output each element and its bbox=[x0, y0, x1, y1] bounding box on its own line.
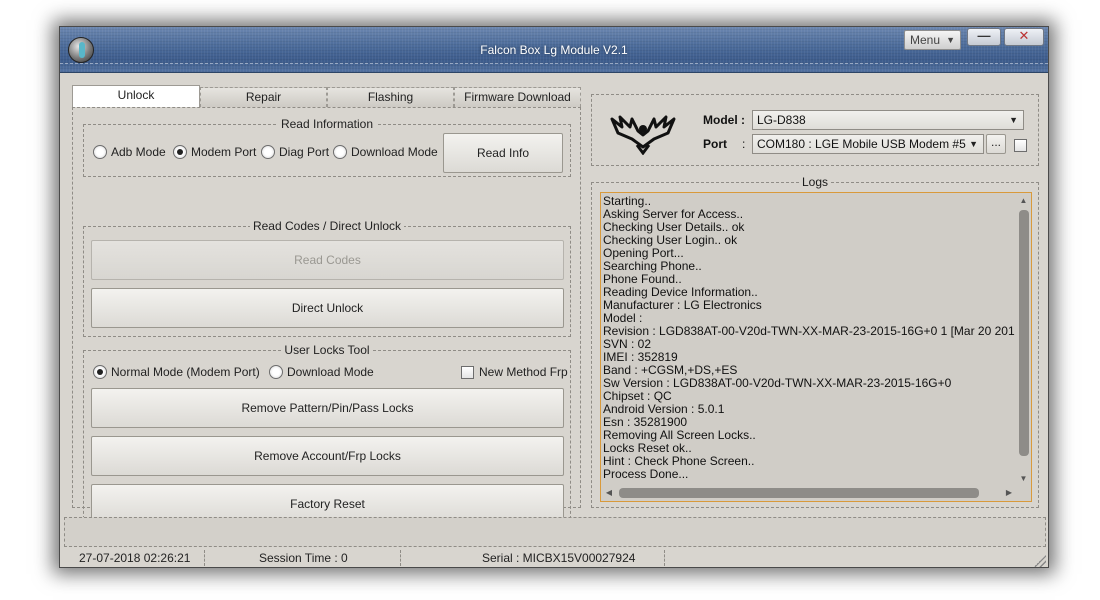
scroll-up-icon[interactable]: ▲ bbox=[1017, 195, 1030, 207]
radio-indicator bbox=[261, 145, 275, 159]
tab-firmware-download[interactable]: Firmware Download bbox=[454, 87, 581, 107]
scrollbar-thumb[interactable] bbox=[1019, 210, 1029, 456]
chevron-down-icon: ▼ bbox=[969, 139, 978, 149]
close-button[interactable]: ✕ bbox=[1004, 28, 1044, 46]
chevron-down-icon: ▼ bbox=[1009, 115, 1018, 125]
radio-label: Adb Mode bbox=[111, 145, 166, 159]
resize-grip-icon[interactable] bbox=[1034, 555, 1046, 567]
radio-indicator bbox=[93, 145, 107, 159]
radio-adb-mode[interactable]: Adb Mode bbox=[93, 145, 166, 159]
tab-repair[interactable]: Repair bbox=[200, 87, 327, 107]
close-icon: ✕ bbox=[1018, 28, 1030, 43]
port-select-value: COM180 : LGE Mobile USB Modem #5 bbox=[757, 137, 966, 151]
new-method-frp-checkbox[interactable]: New Method Frp bbox=[461, 365, 568, 379]
radio-indicator-selected bbox=[173, 145, 187, 159]
port-separator: : bbox=[742, 137, 746, 151]
port-checkbox[interactable] bbox=[1014, 139, 1027, 152]
remove-pattern-locks-button[interactable]: Remove Pattern/Pin/Pass Locks bbox=[91, 388, 564, 428]
radio-download-mode-locks[interactable]: Download Mode bbox=[269, 365, 374, 379]
radio-label: Download Mode bbox=[287, 365, 374, 379]
vertical-scrollbar[interactable]: ▲ ▼ bbox=[1017, 195, 1030, 485]
falcon-logo-icon bbox=[610, 115, 676, 155]
direct-unlock-button[interactable]: Direct Unlock bbox=[91, 288, 564, 328]
device-panel: Model : LG-D838 ▼ Port : COM180 : LGE Mo… bbox=[591, 94, 1039, 166]
window-title: Falcon Box Lg Module V2.1 bbox=[480, 43, 628, 57]
model-label: Model : bbox=[703, 113, 745, 127]
model-select[interactable]: LG-D838 ▼ bbox=[752, 110, 1024, 130]
remove-account-frp-button[interactable]: Remove Account/Frp Locks bbox=[91, 436, 564, 476]
checkbox-label: New Method Frp bbox=[479, 365, 568, 379]
radio-label: Download Mode bbox=[351, 145, 438, 159]
radio-label: Diag Port bbox=[279, 145, 330, 159]
log-line: Process Done... bbox=[603, 467, 689, 481]
minimize-icon: — bbox=[977, 28, 991, 43]
checkbox-box bbox=[1014, 139, 1027, 152]
log-line: Manufacturer : LG Electronics bbox=[603, 298, 762, 312]
title-bar[interactable]: Falcon Box Lg Module V2.1 Menu ▼ — ✕ bbox=[60, 27, 1048, 73]
checkbox-box bbox=[461, 365, 474, 379]
port-select[interactable]: COM180 : LGE Mobile USB Modem #5 ▼ bbox=[752, 134, 984, 154]
app-window: Falcon Box Lg Module V2.1 Menu ▼ — ✕ Unl… bbox=[59, 26, 1049, 568]
log-text: Starting.. Asking Server for Access.. Ch… bbox=[603, 195, 1015, 485]
radio-label: Normal Mode (Modem Port) bbox=[111, 365, 260, 379]
radio-modem-port[interactable]: Modem Port bbox=[173, 145, 256, 159]
read-information-legend: Read Information bbox=[280, 117, 374, 131]
port-label: Port bbox=[703, 137, 727, 151]
radio-label: Modem Port bbox=[191, 145, 257, 159]
tab-unlock[interactable]: Unlock bbox=[72, 85, 200, 107]
radio-indicator-selected bbox=[93, 365, 107, 379]
tab-flashing[interactable]: Flashing bbox=[327, 87, 454, 107]
menu-button[interactable]: Menu ▼ bbox=[904, 30, 961, 50]
logs-panel: Logs Starting.. Asking Server for Access… bbox=[591, 175, 1039, 508]
user-locks-legend: User Locks Tool bbox=[284, 343, 370, 357]
status-session-time: Session Time : 0 bbox=[259, 551, 348, 565]
radio-normal-mode[interactable]: Normal Mode (Modem Port) bbox=[93, 365, 260, 379]
logs-legend: Logs bbox=[798, 175, 832, 189]
radio-indicator bbox=[269, 365, 283, 379]
read-codes-button[interactable]: Read Codes bbox=[91, 240, 564, 280]
radio-download-mode[interactable]: Download Mode bbox=[333, 145, 438, 159]
port-browse-button[interactable]: ... bbox=[986, 134, 1006, 154]
scrollbar-thumb[interactable] bbox=[619, 488, 979, 498]
status-divider bbox=[664, 550, 665, 566]
model-select-value: LG-D838 bbox=[757, 113, 806, 127]
horizontal-scrollbar[interactable]: ◀ ▶ bbox=[603, 486, 1015, 499]
minimize-button[interactable]: — bbox=[967, 28, 1001, 46]
chevron-down-icon: ▼ bbox=[946, 35, 955, 45]
status-divider bbox=[204, 550, 205, 566]
radio-diag-port[interactable]: Diag Port bbox=[261, 145, 329, 159]
status-bar: 27-07-2018 02:26:21 Session Time : 0 Ser… bbox=[64, 549, 1046, 567]
radio-indicator bbox=[333, 145, 347, 159]
unlock-tab-panel: Read Information Adb Mode Modem Port Dia… bbox=[72, 107, 581, 529]
scroll-right-icon[interactable]: ▶ bbox=[1003, 486, 1015, 499]
progress-area bbox=[64, 517, 1046, 547]
status-datetime: 27-07-2018 02:26:21 bbox=[79, 551, 191, 565]
read-codes-legend: Read Codes / Direct Unlock bbox=[252, 219, 402, 233]
scroll-down-icon[interactable]: ▼ bbox=[1017, 473, 1030, 485]
scroll-left-icon[interactable]: ◀ bbox=[603, 486, 615, 499]
status-serial: Serial : MICBX15V00027924 bbox=[482, 551, 636, 565]
read-info-button[interactable]: Read Info bbox=[443, 133, 563, 173]
log-line: Revision : LGD838AT-00-V20d-TWN-XX-MAR-2… bbox=[603, 324, 1015, 338]
status-divider bbox=[400, 550, 401, 566]
menu-button-label: Menu bbox=[910, 33, 941, 47]
log-output[interactable]: Starting.. Asking Server for Access.. Ch… bbox=[600, 192, 1032, 502]
